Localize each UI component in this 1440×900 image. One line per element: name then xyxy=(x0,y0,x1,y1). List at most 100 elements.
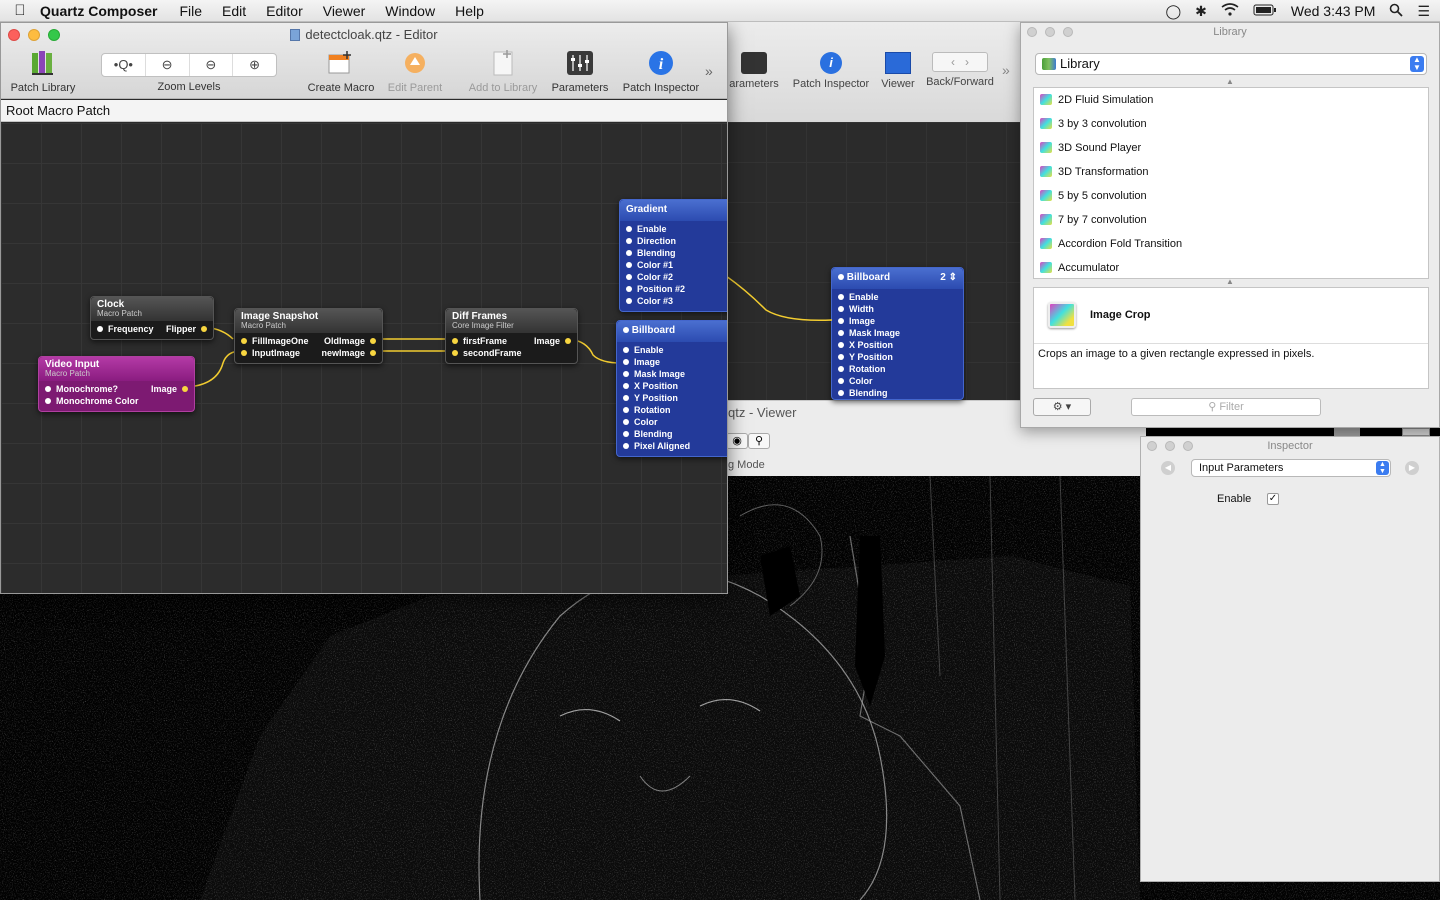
input-port[interactable] xyxy=(626,226,632,232)
menu-help[interactable]: Help xyxy=(455,3,484,19)
input-port[interactable] xyxy=(623,407,629,413)
input-port[interactable] xyxy=(623,383,629,389)
input-port[interactable] xyxy=(623,347,629,353)
patch-canvas[interactable]: Clock Macro Patch Frequency Flipper Video… xyxy=(1,123,727,593)
toolbar-overflow-icon[interactable]: » xyxy=(1002,62,1010,78)
input-port[interactable] xyxy=(838,294,844,300)
library-source-select[interactable]: Library ▲ ▼ xyxy=(1035,53,1427,75)
patch-video-input[interactable]: Video Input Macro Patch Monochrome? Image… xyxy=(38,356,195,412)
output-port[interactable] xyxy=(370,350,376,356)
filter-input[interactable]: ⚲ Filter xyxy=(1131,398,1321,416)
input-port[interactable] xyxy=(241,350,247,356)
patch-image-snapshot[interactable]: Image Snapshot Macro Patch FillImageOne O… xyxy=(234,308,383,364)
patch-billboard[interactable]: Billboard Enable Image Mask Image X Positio… xyxy=(616,320,727,457)
input-port[interactable] xyxy=(241,338,247,344)
list-item[interactable]: 3D Transformation xyxy=(1034,160,1428,184)
input-port[interactable] xyxy=(626,298,632,304)
gear-menu-button[interactable]: ⚙ ▾ xyxy=(1033,398,1091,416)
input-port[interactable] xyxy=(838,330,844,336)
input-port[interactable] xyxy=(626,238,632,244)
menu-edit[interactable]: Edit xyxy=(222,3,246,19)
input-port[interactable] xyxy=(45,386,51,392)
parameters-button[interactable]: Parameters xyxy=(547,49,613,94)
input-port[interactable] xyxy=(623,419,629,425)
input-port[interactable] xyxy=(452,338,458,344)
list-item[interactable]: 2D Fluid Simulation xyxy=(1034,88,1428,112)
pinwheel-icon[interactable]: ✱ xyxy=(1195,3,1207,20)
inspector-mode-select[interactable]: Input Parameters ▲ ▼ xyxy=(1191,459,1391,477)
previous-icon[interactable]: ◀ xyxy=(1161,461,1175,475)
splitter-grip-icon[interactable]: ▲ xyxy=(1021,77,1439,86)
list-item[interactable]: 7 by 7 convolution xyxy=(1034,208,1428,232)
zoom-in-icon[interactable]: ⊕ xyxy=(233,54,276,76)
input-port[interactable] xyxy=(626,262,632,268)
input-port[interactable] xyxy=(838,366,844,372)
document-icon xyxy=(290,29,301,41)
input-port[interactable] xyxy=(623,443,629,449)
spotlight-search-icon[interactable] xyxy=(1389,3,1404,20)
enable-dot xyxy=(623,327,629,333)
patch-inspector-button[interactable]: i Patch Inspector xyxy=(617,49,705,94)
list-item[interactable]: 3D Sound Player xyxy=(1034,136,1428,160)
menubar-clock[interactable]: Wed 3:43 PM xyxy=(1291,3,1376,19)
breadcrumb[interactable]: Root Macro Patch xyxy=(1,100,727,122)
menu-window[interactable]: Window xyxy=(385,3,435,19)
zoom-actual-icon[interactable]: ⊖ xyxy=(190,54,234,76)
magnifier-icon[interactable]: ⚲ xyxy=(748,433,770,449)
output-port[interactable] xyxy=(201,326,207,332)
input-port[interactable] xyxy=(45,398,51,404)
input-port[interactable] xyxy=(452,350,458,356)
patch-billboard-2[interactable]: Billboard 2 ⇕ Enable Width Image Mask Image… xyxy=(831,267,964,400)
input-port[interactable] xyxy=(838,378,844,384)
input-port[interactable] xyxy=(623,431,629,437)
notification-center-icon[interactable]: ☰ xyxy=(1417,3,1430,20)
input-port[interactable] xyxy=(626,250,632,256)
patch-icon xyxy=(1040,262,1052,273)
zoom-fit-icon[interactable]: •Q• xyxy=(102,54,146,76)
input-port[interactable] xyxy=(623,371,629,377)
input-port[interactable] xyxy=(838,318,844,324)
battery-icon[interactable] xyxy=(1253,3,1277,19)
viewer-button[interactable]: Viewer xyxy=(878,52,918,90)
add-to-library-button[interactable]: Add to Library xyxy=(463,49,543,94)
viewer-patch-inspector-button[interactable]: i Patch Inspector xyxy=(788,52,874,90)
creative-cloud-icon[interactable]: ◯ xyxy=(1165,3,1181,20)
input-port[interactable] xyxy=(623,359,629,365)
toolbar-overflow-icon[interactable]: » xyxy=(705,63,713,79)
port-row: Position #2 xyxy=(626,283,726,295)
input-port[interactable] xyxy=(97,326,103,332)
input-port[interactable] xyxy=(838,354,844,360)
list-item[interactable]: 5 by 5 convolution xyxy=(1034,184,1428,208)
debug-icon[interactable]: ◉ xyxy=(726,433,748,449)
patch-library-button[interactable]: Patch Library xyxy=(5,49,81,94)
viewer-parameters-button[interactable]: arameters xyxy=(726,52,782,90)
list-item[interactable]: 3 by 3 convolution xyxy=(1034,112,1428,136)
zoom-out-icon[interactable]: ⊖ xyxy=(146,54,190,76)
menu-viewer[interactable]: Viewer xyxy=(323,3,366,19)
splitter-grip-icon[interactable]: ▲ xyxy=(1021,277,1439,286)
input-port[interactable] xyxy=(838,342,844,348)
create-macro-button[interactable]: Create Macro xyxy=(303,49,379,94)
output-port[interactable] xyxy=(370,338,376,344)
menu-file[interactable]: File xyxy=(179,3,202,19)
output-port[interactable] xyxy=(565,338,571,344)
next-icon[interactable]: ▶ xyxy=(1405,461,1419,475)
patch-clock[interactable]: Clock Macro Patch Frequency Flipper xyxy=(90,296,214,340)
input-port[interactable] xyxy=(838,390,844,396)
app-menu[interactable]: Quartz Composer xyxy=(40,3,157,19)
apple-icon[interactable]:  xyxy=(0,2,40,19)
enable-checkbox[interactable]: ✓ xyxy=(1267,493,1279,505)
patch-diff-frames[interactable]: Diff Frames Core Image Filter firstFrame… xyxy=(445,308,578,364)
wifi-icon[interactable] xyxy=(1221,3,1239,19)
input-port[interactable] xyxy=(623,395,629,401)
patch-gradient[interactable]: Gradient Enable Direction Blending Color #1… xyxy=(619,199,727,312)
back-forward-button[interactable]: ‹ › Back/Forward xyxy=(922,52,998,88)
edit-parent-button[interactable]: Edit Parent xyxy=(383,49,447,94)
output-port[interactable] xyxy=(182,386,188,392)
list-item[interactable]: Accordion Fold Transition xyxy=(1034,232,1428,256)
input-port[interactable] xyxy=(626,286,632,292)
input-port[interactable] xyxy=(838,306,844,312)
stepper-icon[interactable]: ⇕ xyxy=(949,272,957,283)
input-port[interactable] xyxy=(626,274,632,280)
menu-editor[interactable]: Editor xyxy=(266,3,303,19)
